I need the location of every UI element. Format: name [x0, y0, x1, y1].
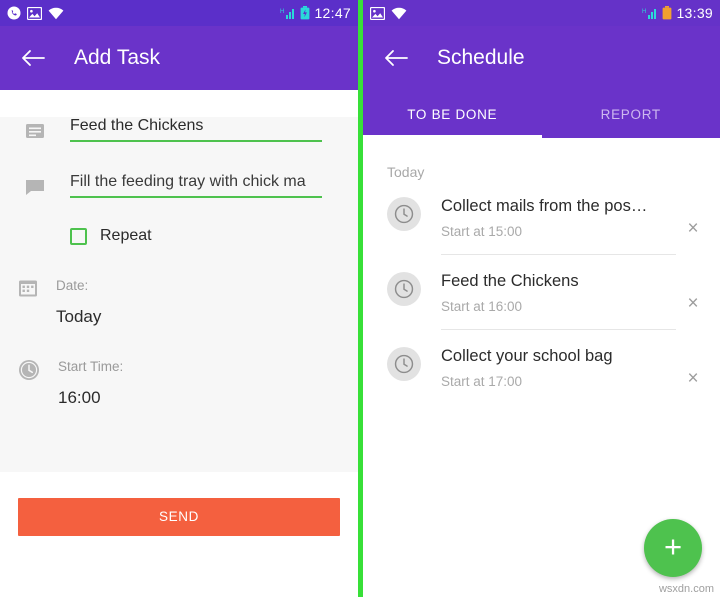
watermark: wsxdn.com — [658, 583, 714, 595]
task-list-item[interactable]: Collect your school bag Start at 17:00 × — [363, 330, 720, 404]
right-clock: 13:39 — [676, 5, 713, 21]
left-status-icons — [7, 6, 64, 20]
task-subtitle: Start at 16:00 — [441, 299, 523, 314]
close-icon[interactable]: × — [676, 272, 710, 313]
back-arrow-icon[interactable] — [16, 41, 50, 75]
task-list-item[interactable]: Collect mails from the pos… Start at 15:… — [363, 180, 720, 255]
plus-icon: + — [663, 529, 683, 564]
right-status-icons — [369, 6, 407, 20]
tab-bar: TO BE DONE REPORT — [363, 90, 720, 138]
page-title: Add Task — [74, 46, 160, 69]
send-button[interactable]: SEND — [18, 497, 340, 536]
left-status-right: H 12:47 — [280, 5, 351, 21]
start-time-label: Start Time: — [58, 359, 124, 374]
task-title: Feed the Chickens — [441, 272, 579, 290]
left-phone-screen: H 12:47 Add Task Feed the Chickens Fill … — [0, 0, 358, 597]
clock-icon — [387, 272, 421, 306]
left-clock: 12:47 — [314, 5, 351, 21]
wifi-icon — [48, 7, 64, 20]
back-arrow-icon[interactable] — [379, 41, 413, 75]
task-description-value: Fill the feeding tray with chick ma — [70, 173, 306, 190]
start-time-value: 16:00 — [58, 388, 101, 407]
note-icon — [18, 117, 52, 141]
right-app-bar: Schedule — [363, 26, 720, 90]
clock-icon — [18, 359, 40, 386]
date-value: Today — [56, 307, 102, 326]
repeat-checkbox[interactable] — [70, 227, 87, 245]
send-button-container: SEND — [0, 472, 358, 561]
task-text: Collect your school bag Start at 17:00 — [441, 347, 676, 404]
clock-icon — [387, 347, 421, 381]
date-label: Date: — [56, 278, 89, 293]
battery-icon — [662, 6, 672, 20]
page-title: Schedule — [437, 46, 525, 69]
right-status-bar: H 13:39 — [363, 0, 720, 26]
task-description-input[interactable]: Fill the feeding tray with chick ma — [70, 173, 322, 198]
start-time-row[interactable]: Start Time: 16:00 — [0, 359, 358, 408]
start-time-body: Start Time: 16:00 — [58, 359, 123, 408]
add-task-form: Feed the Chickens Fill the feeding tray … — [0, 117, 358, 561]
add-task-fab[interactable]: + — [644, 519, 702, 577]
close-icon[interactable]: × — [676, 347, 710, 388]
task-subtitle: Start at 17:00 — [441, 374, 523, 389]
tab-report[interactable]: REPORT — [542, 90, 720, 138]
repeat-row[interactable]: Repeat — [0, 227, 358, 245]
close-icon[interactable]: × — [676, 197, 710, 238]
task-title: Collect your school bag — [441, 347, 613, 365]
task-title-input[interactable]: Feed the Chickens — [70, 117, 322, 142]
signal-icon: H — [642, 6, 658, 20]
whatsapp-icon — [7, 6, 21, 20]
task-text: Feed the Chickens Start at 16:00 — [441, 272, 676, 330]
signal-icon: H — [280, 6, 296, 20]
section-label-today: Today — [387, 164, 425, 180]
date-row[interactable]: Date: Today — [0, 278, 358, 327]
repeat-label: Repeat — [100, 227, 152, 244]
task-subtitle: Start at 15:00 — [441, 224, 523, 239]
tab-to-be-done[interactable]: TO BE DONE — [363, 90, 542, 138]
task-title-row: Feed the Chickens — [0, 117, 358, 142]
battery-icon — [300, 6, 310, 20]
svg-text:H: H — [280, 9, 284, 15]
task-description-row: Fill the feeding tray with chick ma — [0, 173, 358, 198]
task-title: Collect mails from the pos… — [441, 197, 648, 215]
date-body: Date: Today — [56, 278, 101, 327]
calendar-icon — [18, 278, 38, 303]
svg-text:H: H — [642, 9, 646, 15]
task-list: Today Collect mails from the pos… Start … — [363, 138, 720, 597]
message-icon — [18, 173, 52, 197]
gallery-icon — [26, 6, 43, 20]
left-status-bar: H 12:47 — [0, 0, 358, 26]
gallery-icon — [369, 6, 386, 20]
clock-icon — [387, 197, 421, 231]
right-status-right: H 13:39 — [642, 5, 713, 21]
wifi-icon — [391, 7, 407, 20]
screenshot-root: H 12:47 Add Task Feed the Chickens Fill … — [0, 0, 720, 597]
left-app-bar: Add Task — [0, 26, 358, 90]
task-title-value: Feed the Chickens — [70, 117, 204, 134]
right-phone-screen: H 13:39 Schedule TO BE DONE REPORT Today — [363, 0, 720, 597]
task-list-item[interactable]: Feed the Chickens Start at 16:00 × — [363, 255, 720, 330]
task-text: Collect mails from the pos… Start at 15:… — [441, 197, 676, 255]
